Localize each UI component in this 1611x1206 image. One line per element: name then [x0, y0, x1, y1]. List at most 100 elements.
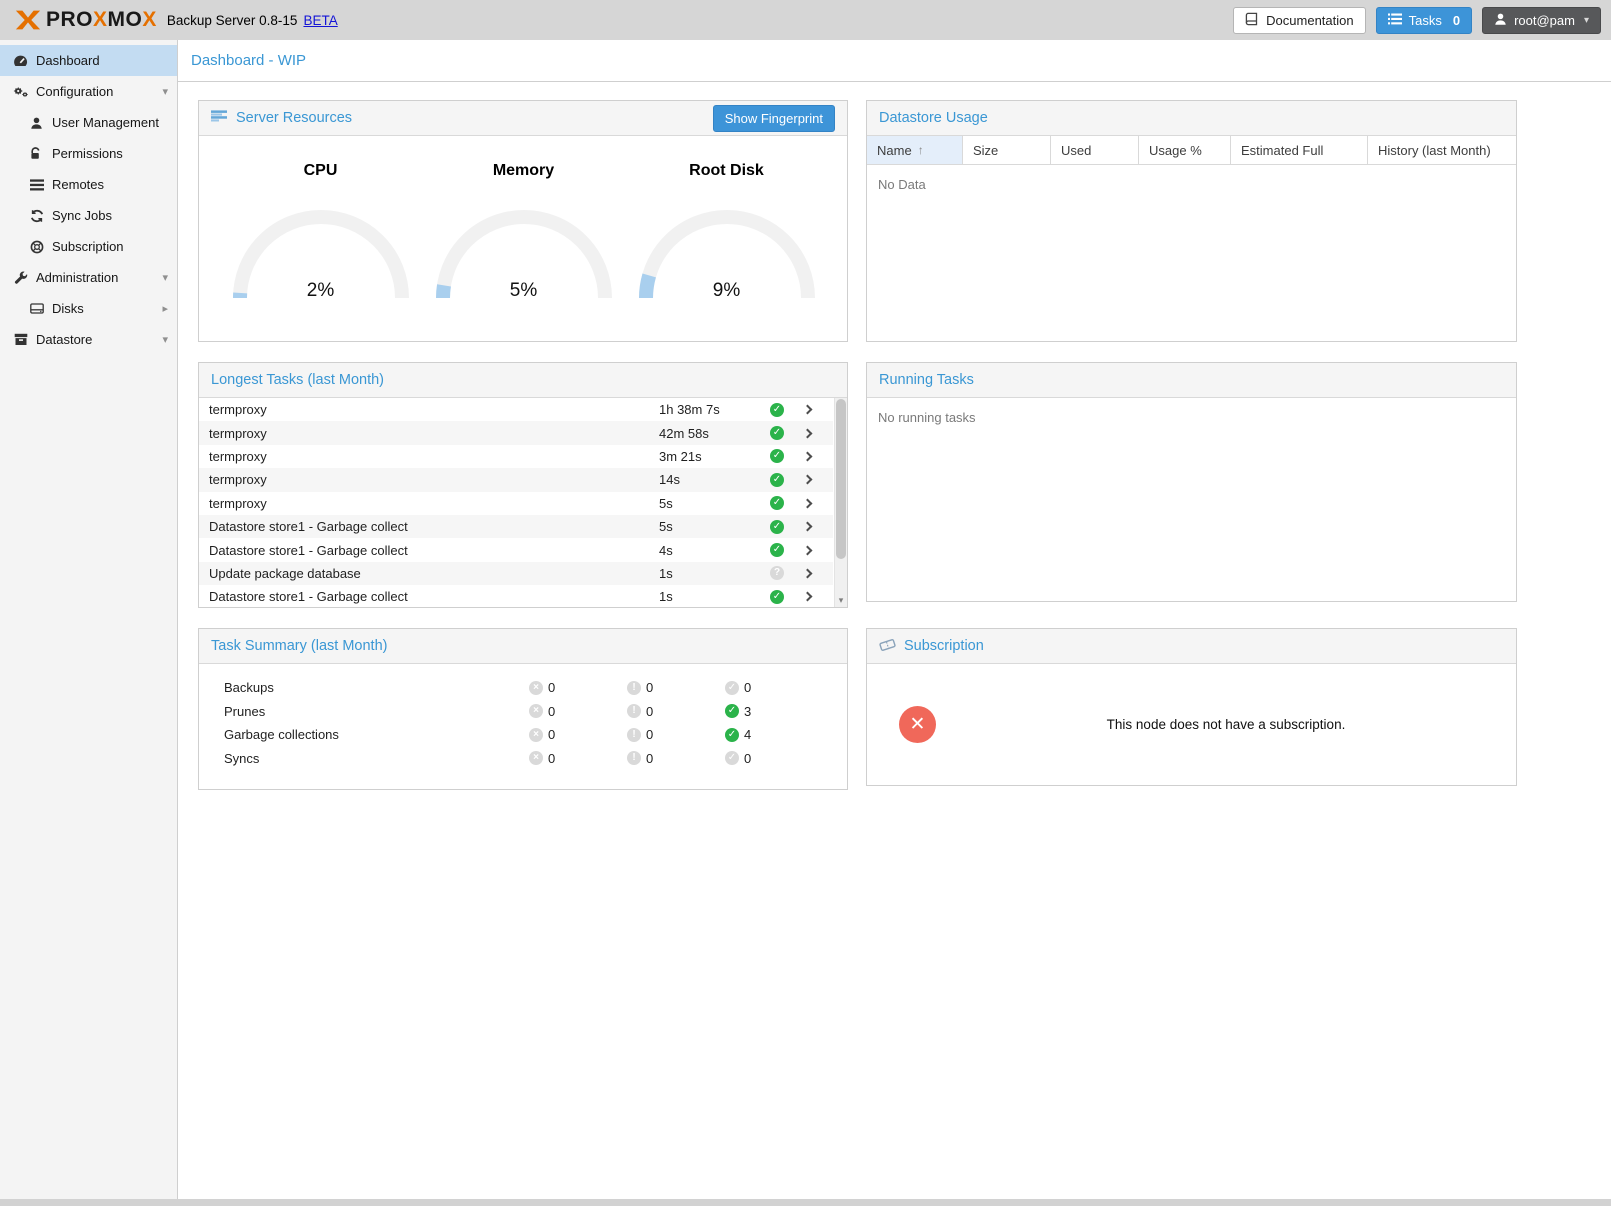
sync-icon: [28, 209, 45, 223]
error-count: 0: [548, 727, 555, 742]
panel-bars-icon: [211, 110, 228, 126]
task-type-label: Backups: [199, 680, 529, 695]
open-task-button[interactable]: [795, 570, 823, 577]
chevron-down-icon[interactable]: ▾: [162, 85, 168, 98]
chevron-down-icon[interactable]: ▾: [162, 333, 168, 346]
user-menu-button[interactable]: root@pam ▾: [1482, 7, 1601, 34]
column-header-name[interactable]: Name↑: [867, 136, 963, 164]
task-row[interactable]: termproxy14s✓: [199, 468, 833, 491]
task-row[interactable]: Datastore store1 - Garbage collect4s✓: [199, 538, 833, 561]
dashboard-content: Server Resources Show Fingerprint CPU2%M…: [178, 82, 1611, 790]
exclamation-circle-icon: !: [627, 728, 641, 742]
bars-icon: [28, 179, 45, 191]
brand-part: PRO: [46, 8, 93, 31]
documentation-button[interactable]: Documentation: [1233, 7, 1365, 34]
task-row[interactable]: termproxy1h 38m 7s✓: [199, 398, 833, 421]
topbar: PROXMOX Backup Server 0.8-15 BETA Docume…: [0, 0, 1611, 40]
times-circle-icon: ×: [529, 751, 543, 765]
open-task-button[interactable]: [795, 523, 823, 530]
check-circle-icon: ✓: [770, 590, 784, 604]
error-count: 0: [548, 751, 555, 766]
open-task-button[interactable]: [795, 430, 823, 437]
task-row[interactable]: Update package database1s?: [199, 562, 833, 585]
wrench-icon: [12, 271, 29, 285]
task-row[interactable]: termproxy42m 58s ✓: [199, 421, 833, 444]
scrollbar-thumb[interactable]: [836, 399, 846, 559]
task-summary-row-garbage-collections[interactable]: Garbage collections×0!0✓4: [199, 723, 847, 747]
sidebar-item-label: Configuration: [36, 84, 113, 99]
subscription-panel: Subscription ✕ This node does not have a…: [866, 628, 1517, 786]
vertical-scrollbar[interactable]: ▾: [834, 398, 847, 607]
proxmox-x-icon: [14, 8, 42, 32]
sidebar-item-sync-jobs[interactable]: Sync Jobs: [0, 200, 177, 231]
task-name: termproxy: [199, 472, 659, 487]
column-header-estimated-full[interactable]: Estimated Full: [1231, 136, 1368, 164]
gauge-value: 5%: [434, 280, 614, 302]
task-summary-row-backups[interactable]: Backups×0!0✓0: [199, 676, 847, 700]
sidebar-item-configuration[interactable]: Configuration ▾: [0, 76, 177, 107]
exclamation-circle-icon: !: [627, 751, 641, 765]
task-name: Update package database: [199, 566, 659, 581]
chevron-right-icon: [803, 405, 813, 415]
server-resources-header: Server Resources Show Fingerprint: [199, 101, 847, 136]
sort-ascending-icon: ↑: [918, 143, 924, 157]
show-fingerprint-button[interactable]: Show Fingerprint: [713, 105, 835, 132]
column-header-usage[interactable]: Usage %: [1139, 136, 1231, 164]
task-duration: 1s: [659, 566, 759, 581]
open-task-button[interactable]: [795, 406, 823, 413]
sidebar-item-remotes[interactable]: Remotes: [0, 169, 177, 200]
column-header-history-last-month[interactable]: History (last Month): [1368, 136, 1516, 164]
lifering-icon: [28, 240, 45, 254]
open-task-button[interactable]: [795, 593, 823, 600]
column-header-size[interactable]: Size: [963, 136, 1051, 164]
chevron-right-icon[interactable]: ▸: [162, 302, 168, 315]
task-duration: 5s: [659, 519, 759, 534]
check-circle-icon: ✓: [725, 751, 739, 765]
running-tasks-empty-text: No running tasks: [867, 398, 1516, 437]
gauge-label: Root Disk: [625, 162, 828, 180]
scroll-down-icon[interactable]: ▾: [835, 595, 847, 606]
chevron-down-icon[interactable]: ▾: [162, 271, 168, 284]
check-circle-icon: ✓: [725, 681, 739, 695]
check-circle-icon: ✓: [725, 728, 739, 742]
task-duration: 42m 58s: [659, 426, 759, 441]
sidebar-item-datastore[interactable]: Datastore▾: [0, 324, 177, 355]
sidebar-item-user-management[interactable]: User Management: [0, 107, 177, 138]
task-summary-row-syncs[interactable]: Syncs×0!0✓0: [199, 747, 847, 771]
gauge-label: Memory: [422, 162, 625, 180]
task-row[interactable]: Datastore store1 - Garbage collect5s✓: [199, 515, 833, 538]
task-name: termproxy: [199, 449, 659, 464]
gauge-cpu: CPU2%: [219, 136, 422, 305]
task-type-label: Garbage collections: [199, 727, 529, 742]
sidebar-item-disks[interactable]: Disks▸: [0, 293, 177, 324]
task-name: Datastore store1 - Garbage collect: [199, 543, 659, 558]
task-row[interactable]: termproxy3m 21s✓: [199, 445, 833, 468]
sidebar-item-dashboard[interactable]: Dashboard: [0, 45, 177, 76]
warning-count: 0: [646, 680, 653, 695]
task-type-label: Prunes: [199, 704, 529, 719]
open-task-button[interactable]: [795, 547, 823, 554]
gauge-value: 2%: [231, 280, 411, 302]
sidebar-item-subscription[interactable]: Subscription: [0, 231, 177, 262]
task-summary-row-prunes[interactable]: Prunes×0!0✓3: [199, 700, 847, 724]
check-circle-icon: ✓: [770, 496, 784, 510]
longest-tasks-header: Longest Tasks (last Month): [199, 363, 847, 398]
sidebar-item-permissions[interactable]: Permissions: [0, 138, 177, 169]
chevron-right-icon: [803, 545, 813, 555]
tasks-button[interactable]: Tasks 0: [1376, 7, 1472, 34]
open-task-button[interactable]: [795, 500, 823, 507]
brand-part: X: [142, 8, 157, 31]
open-task-button[interactable]: [795, 453, 823, 460]
task-row[interactable]: termproxy5s✓: [199, 492, 833, 515]
task-row[interactable]: Datastore store1 - Garbage collect1s✓: [199, 585, 833, 607]
tasks-label: Tasks: [1409, 13, 1442, 28]
task-name: termproxy: [199, 426, 659, 441]
check-circle-icon: ✓: [770, 426, 784, 440]
datastore-usage-title: Datastore Usage: [879, 110, 988, 126]
sidebar-item-administration[interactable]: Administration▾: [0, 262, 177, 293]
beta-link[interactable]: BETA: [303, 13, 337, 28]
tachometer-icon: [12, 54, 29, 68]
open-task-button[interactable]: [795, 476, 823, 483]
proxmox-wordmark: PROXMOX: [46, 8, 157, 32]
column-header-used[interactable]: Used: [1051, 136, 1139, 164]
